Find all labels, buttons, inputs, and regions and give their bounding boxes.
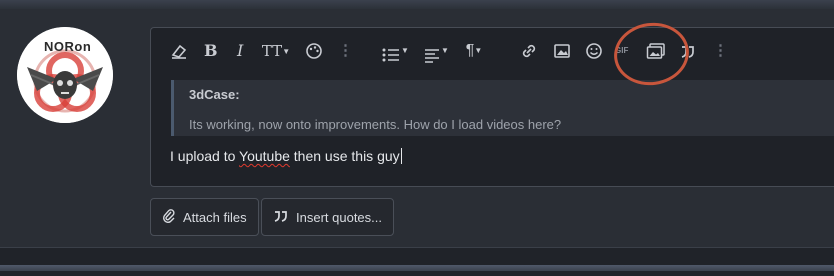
quoted-message: 3dCase: Its working, now onto improvemen… bbox=[171, 80, 834, 136]
paperclip-icon bbox=[162, 208, 176, 227]
chevron-down-icon: ▼ bbox=[282, 47, 291, 56]
text-size-icon[interactable]: TT▼ bbox=[260, 40, 292, 62]
avatar-logo-text: NORon bbox=[44, 39, 92, 54]
text-cursor bbox=[400, 148, 402, 164]
bold-icon[interactable]: B bbox=[204, 40, 218, 62]
text-size-glyph: TT bbox=[261, 42, 283, 60]
link-icon[interactable] bbox=[520, 40, 538, 62]
misspelled-word[interactable]: Youtube bbox=[239, 148, 290, 164]
attach-files-label: Attach files bbox=[183, 209, 247, 225]
color-palette-icon[interactable] bbox=[305, 40, 323, 62]
message-text-after: then use this guy bbox=[289, 148, 400, 164]
insert-quotes-button[interactable]: Insert quotes... bbox=[261, 198, 394, 236]
quote-body: Its working, now onto improvements. How … bbox=[189, 117, 562, 132]
paragraph-icon[interactable]: ¶▼ bbox=[459, 40, 489, 62]
editor-toolbar: B I TT▼ ⋮ ▼ ▼ ¶▼ GIF ⋮ bbox=[151, 28, 834, 76]
chevron-down-icon: ▼ bbox=[474, 46, 483, 55]
quote-author[interactable]: 3dCase: bbox=[189, 87, 240, 102]
italic-icon[interactable]: I bbox=[237, 40, 243, 62]
insert-quotes-label: Insert quotes... bbox=[296, 209, 382, 225]
image-icon[interactable] bbox=[553, 40, 571, 62]
clear-formatting-icon[interactable] bbox=[170, 40, 188, 62]
avatar[interactable]: NORon bbox=[17, 27, 113, 123]
align-icon[interactable]: ▼ bbox=[421, 40, 451, 63]
quote-icon bbox=[273, 208, 289, 227]
more-text-options-icon[interactable]: ⋮ bbox=[338, 40, 353, 62]
message-editor[interactable]: B I TT▼ ⋮ ▼ ▼ ¶▼ GIF ⋮ 3dCase: Its worki… bbox=[150, 27, 834, 187]
attach-files-button[interactable]: Attach files bbox=[150, 198, 259, 236]
chevron-down-icon: ▼ bbox=[401, 46, 409, 55]
emoji-icon[interactable] bbox=[585, 40, 603, 62]
message-text-before: I upload to bbox=[170, 148, 240, 164]
chevron-down-icon: ▼ bbox=[441, 46, 449, 55]
list-icon[interactable]: ▼ bbox=[380, 40, 410, 62]
bottom-band bbox=[0, 248, 834, 276]
more-options-icon[interactable]: ⋮ bbox=[713, 40, 728, 62]
message-text[interactable]: I upload to Youtube then use this guy bbox=[170, 148, 402, 164]
